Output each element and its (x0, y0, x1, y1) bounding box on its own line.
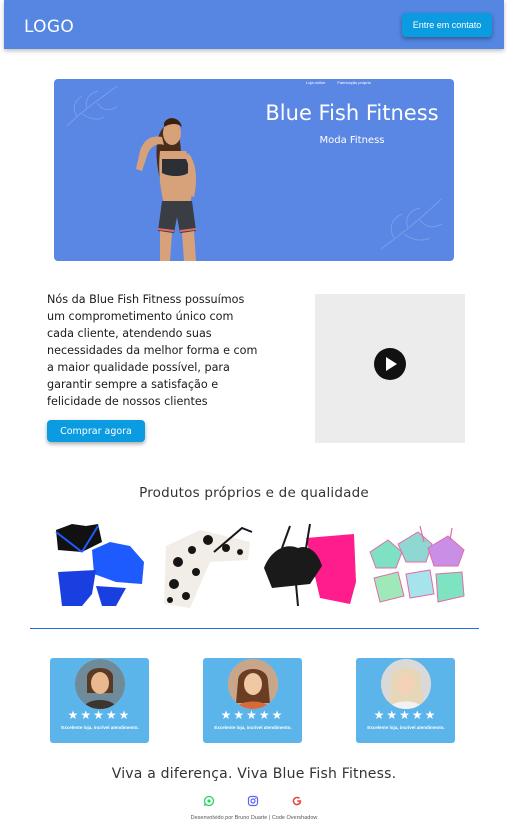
contact-button[interactable]: Entre em contato (402, 13, 492, 37)
review-text: Excelente loja, incrível atendimento. (61, 725, 139, 730)
product-bikini-pastel[interactable] (368, 522, 468, 610)
instagram-icon[interactable] (247, 795, 259, 807)
whatsapp-icon[interactable] (203, 795, 215, 807)
review-text: Excelente loja, incrível atendimento. (367, 725, 445, 730)
product-leggings-animal-print[interactable] (160, 522, 256, 610)
avatar (381, 659, 431, 709)
footer-slogan: Viva a diferença. Viva Blue Fish Fitness… (111, 766, 397, 782)
hero-title: Blue Fish Fitness (265, 101, 439, 125)
testimonial-card: ★★★★★ Excelente loja, incrível atendimen… (203, 658, 302, 743)
google-icon[interactable] (291, 795, 303, 807)
section-divider (30, 628, 479, 629)
hero-banner: Loja online Fabricação própria Blue Fish… (54, 79, 454, 261)
product-bikini-blue[interactable] (52, 522, 146, 610)
logo[interactable]: LOGO (24, 17, 74, 37)
rating-stars: ★★★★★ (67, 708, 132, 722)
avatar (228, 659, 278, 709)
rating-stars: ★★★★★ (220, 708, 285, 722)
leaf-decoration-bottom-icon (380, 198, 443, 250)
hero-nav-production[interactable]: Fabricação própria (337, 80, 370, 85)
testimonial-card: ★★★★★ Excelente loja, incrível atendimen… (50, 658, 149, 743)
hero-nav-shop[interactable]: Loja online (306, 80, 325, 85)
rating-stars: ★★★★★ (373, 708, 438, 722)
product-set-pink-black[interactable] (262, 522, 358, 610)
footer-credit: Desenvolvido por Bruno Duarte | Code Ove… (190, 815, 318, 821)
hero-model-image (136, 118, 197, 261)
hero-nav: Loja online Fabricação própria (306, 80, 371, 85)
avatar (75, 659, 125, 709)
play-icon[interactable] (374, 348, 406, 380)
video-player[interactable] (315, 294, 465, 443)
testimonial-card: ★★★★★ Excelente loja, incrível atendimen… (356, 658, 455, 743)
header-bar: LOGO Entre em contato (4, 0, 504, 49)
buy-now-button[interactable]: Comprar agora (47, 420, 145, 442)
review-text: Excelente loja, incrível atendimento. (214, 725, 292, 730)
leaf-decoration-top-icon (66, 85, 118, 127)
about-text: Nós da Blue Fish Fitness possuímos um co… (47, 293, 258, 408)
hero-subtitle: Moda Fitness (319, 135, 385, 146)
products-title: Produtos próprios e de qualidade (139, 485, 369, 501)
